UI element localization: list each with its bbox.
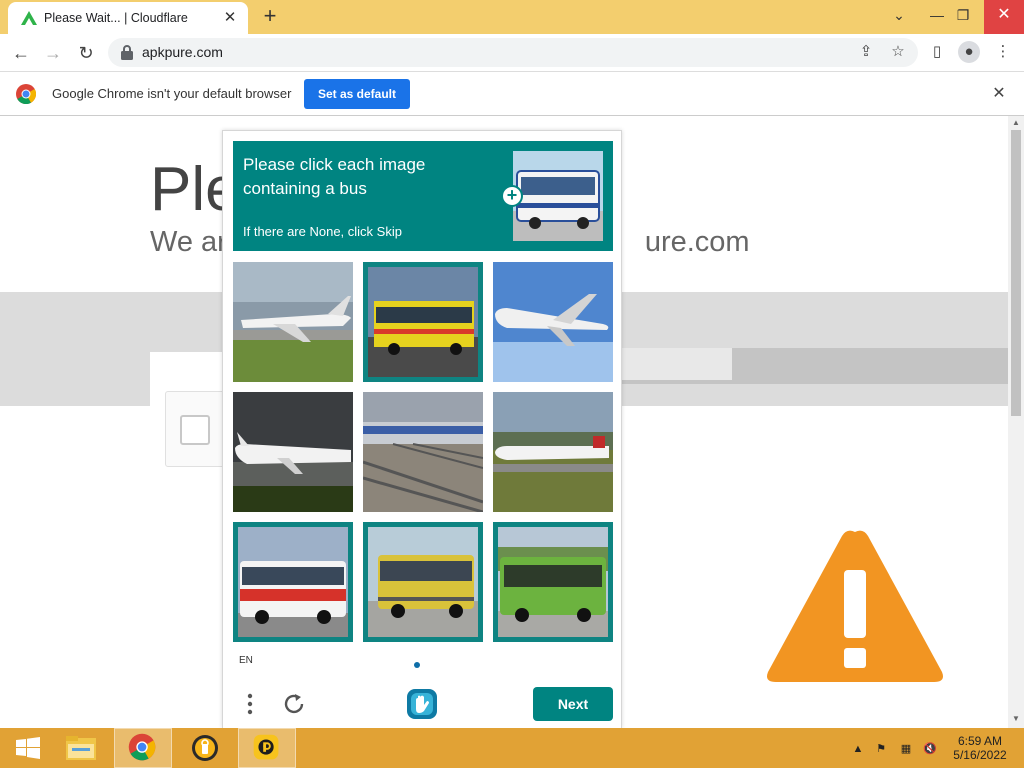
captcha-tile-5[interactable]	[363, 392, 483, 512]
jet-image	[233, 262, 353, 382]
apkpure-favicon-icon	[21, 11, 37, 25]
next-button[interactable]: Next	[533, 687, 613, 721]
address-bar[interactable]: apkpure.com	[108, 38, 918, 67]
tab-search-icon[interactable]: ⌄	[882, 0, 916, 34]
back-icon[interactable]: ←	[8, 40, 34, 66]
tray-clock[interactable]: 6:59 AM 5/16/2022	[950, 734, 1010, 762]
menu-kebab-icon[interactable]: ⋮	[992, 41, 1014, 63]
refresh-icon[interactable]	[281, 691, 307, 717]
captcha-tile-3[interactable]	[493, 262, 613, 382]
infobar-message: Google Chrome isn't your default browser	[52, 86, 292, 101]
page-indicator-dot	[414, 662, 420, 668]
lock-icon	[121, 45, 133, 60]
start-button[interactable]	[0, 728, 58, 768]
bookmark-star-icon[interactable]: ☆	[887, 41, 909, 63]
captcha-tile-9[interactable]	[493, 522, 613, 642]
profile-avatar-icon[interactable]: ●	[958, 41, 980, 63]
page-scrollbar[interactable]: ▲ ▼	[1008, 116, 1024, 728]
expand-sample-icon[interactable]: +	[501, 185, 523, 207]
app-icon	[253, 734, 279, 760]
default-browser-infobar: Google Chrome isn't your default browser…	[0, 72, 1024, 116]
captcha-tile-6[interactable]	[493, 392, 613, 512]
hcaptcha-logo-icon[interactable]	[405, 687, 439, 721]
yellow-city-bus-image	[368, 527, 478, 637]
clock-date: 5/16/2022	[953, 748, 1007, 762]
app-taskbar-button[interactable]	[238, 728, 296, 768]
reload-icon[interactable]: ↻	[73, 40, 99, 66]
captcha-tile-7[interactable]	[233, 522, 353, 642]
yellow-bus-image	[368, 267, 478, 377]
url-text: apkpure.com	[142, 44, 223, 60]
subheading-right: ure.com	[644, 226, 750, 258]
tab-strip: Please Wait... | Cloudflare ✕ + ⌄ — ❐ ✕	[0, 0, 1024, 34]
tray-volume-icon[interactable]: 🔇	[922, 741, 938, 757]
tab-title: Please Wait... | Cloudflare	[44, 11, 188, 25]
browser-tab[interactable]: Please Wait... | Cloudflare ✕	[8, 2, 248, 34]
clock-time: 6:59 AM	[957, 734, 1003, 748]
tab-close-icon[interactable]: ✕	[220, 8, 240, 28]
start-icon	[16, 737, 40, 759]
loading-bar-segment	[622, 348, 732, 380]
tray-expand-icon[interactable]: ▲	[850, 741, 866, 757]
language-selector[interactable]: EN	[239, 655, 253, 666]
challenge-prompt: Please click each image containing a bus…	[233, 141, 613, 251]
scrollbar-thumb[interactable]	[1011, 130, 1021, 416]
menu-dots-icon[interactable]	[241, 691, 259, 717]
tray-network-icon[interactable]: ▦	[898, 741, 914, 757]
captcha-tile-1[interactable]	[233, 262, 353, 382]
close-window-button[interactable]: ✕	[984, 0, 1024, 34]
railway-tracks-image	[363, 392, 483, 512]
file-explorer-button[interactable]	[52, 728, 110, 768]
scroll-up-arrow-icon[interactable]: ▲	[1011, 118, 1021, 128]
chrome-icon	[128, 733, 156, 761]
restore-button[interactable]: ❐	[946, 0, 980, 34]
side-panel-icon[interactable]: ▯	[926, 41, 948, 63]
human-checkbox[interactable]	[180, 415, 210, 445]
prompt-subtext: If there are None, click Skip	[243, 224, 402, 239]
scroll-down-arrow-icon[interactable]: ▼	[1011, 714, 1021, 724]
captcha-tile-4[interactable]	[233, 392, 353, 512]
captcha-tile-8[interactable]	[363, 522, 483, 642]
captcha-tile-2[interactable]	[363, 262, 483, 382]
green-bus-image	[498, 527, 608, 637]
jet-dark-sky-image	[233, 392, 353, 512]
warning-icon	[767, 530, 943, 682]
new-tab-button[interactable]: +	[258, 5, 282, 29]
set-as-default-button[interactable]: Set as default	[304, 79, 410, 109]
browser-toolbar: ← → ↻ apkpure.com ⇪ ☆ ▯ ● ⋮	[0, 34, 1024, 72]
sample-bus-image	[513, 151, 603, 241]
vpn-icon	[192, 735, 218, 761]
tray-flag-icon[interactable]: ⚑	[873, 741, 889, 757]
forward-icon[interactable]: →	[40, 40, 66, 66]
chrome-taskbar-button[interactable]	[114, 728, 172, 768]
airliner-landing-image	[493, 392, 613, 512]
chrome-logo-icon	[16, 84, 36, 104]
file-explorer-icon	[66, 736, 96, 760]
vpn-taskbar-button[interactable]	[176, 728, 234, 768]
red-white-bus-image	[238, 527, 348, 637]
hcaptcha-challenge: Please click each image containing a bus…	[222, 130, 622, 728]
prompt-text: Please click each image containing a bus	[243, 155, 426, 198]
subheading-left: We ar	[150, 226, 227, 258]
infobar-close-icon[interactable]: ✕	[988, 83, 1010, 105]
airliner-sky-image	[493, 262, 613, 382]
share-icon[interactable]: ⇪	[855, 41, 877, 63]
windows-taskbar: ▲ ⚑ ▦ 🔇 6:59 AM 5/16/2022	[0, 728, 1024, 768]
